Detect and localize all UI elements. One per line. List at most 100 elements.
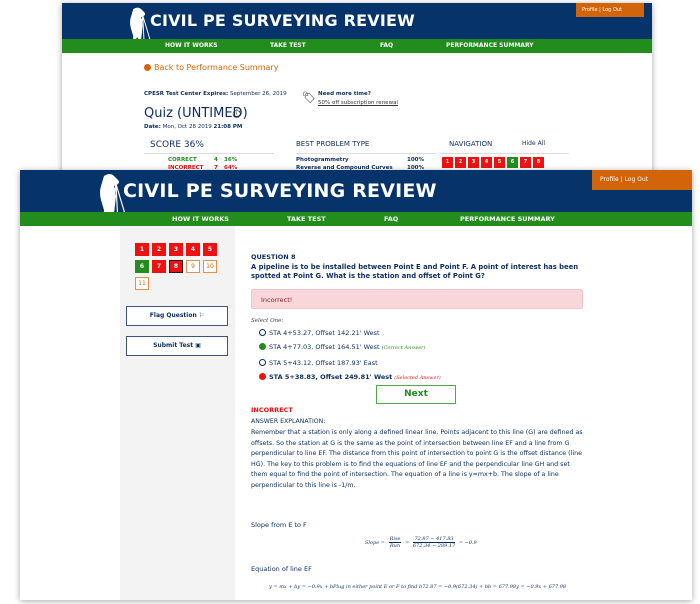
- formula-result: = −0.9: [458, 540, 477, 546]
- account-menu: Profile | Log Out: [576, 3, 644, 17]
- nav-question-button[interactable]: 8: [533, 157, 544, 168]
- radio-empty-icon: [259, 359, 266, 366]
- fraction-denominator: Run: [389, 543, 401, 549]
- formula-equals: =: [405, 540, 410, 546]
- next-button[interactable]: Next: [376, 385, 456, 404]
- nav-question-button[interactable]: 5: [494, 157, 505, 168]
- problem-name: Photogrammetry: [296, 157, 349, 163]
- select-one-label: Select One:: [251, 318, 284, 324]
- question-review-window: CIVIL PE SURVEYING REVIEW Profile | Log …: [20, 170, 692, 600]
- correct-row: CORRECT 4 36%: [168, 157, 237, 163]
- question-button[interactable]: 9: [186, 260, 200, 273]
- question-button[interactable]: 11: [135, 277, 149, 290]
- result-status: INCORRECT: [251, 406, 293, 414]
- nav-question-button[interactable]: 2: [455, 157, 466, 168]
- time-value: 21:08 PM: [213, 124, 243, 130]
- logout-link[interactable]: Log Out: [602, 7, 622, 13]
- brand-title: CIVIL PE SURVEYING REVIEW: [123, 180, 437, 202]
- navigation-heading: NAVIGATION: [449, 140, 493, 148]
- fraction-numerator: Rise: [388, 536, 402, 543]
- option-label: STA 5+43.12, Offset 187.93' East: [269, 359, 378, 367]
- question-button[interactable]: 10: [203, 260, 217, 273]
- option-label: STA 5+38.83, Offset 249.81' West: [269, 373, 393, 381]
- nav-question-button[interactable]: 1: [442, 157, 453, 168]
- formula-lhs: Slope =: [365, 540, 385, 546]
- question-button[interactable]: 6: [135, 260, 149, 273]
- selected-answer-note: (Selected Answer): [394, 375, 441, 381]
- correct-answer-note: (Correct Answer): [381, 345, 426, 351]
- question-button-current[interactable]: 8: [169, 260, 183, 273]
- nav-performance-summary[interactable]: PERFORMANCE SUMMARY: [446, 42, 534, 49]
- question-button[interactable]: 7: [152, 260, 166, 273]
- nav-faq[interactable]: FAQ: [384, 215, 398, 223]
- answer-option-selected[interactable]: STA 5+38.83, Offset 249.81' West (Selecte…: [259, 373, 441, 381]
- flag-question-label: Flag Question: [149, 312, 197, 319]
- question-sidebar: 1 2 3 4 5 6 7 8 9 10 11 Flag Question ⚐ Submit Tes…: [120, 226, 235, 600]
- question-button[interactable]: 2: [152, 243, 166, 256]
- question-number: QUESTION 8: [251, 253, 296, 261]
- screenshot-stage: CIVIL PE SURVEYING REVIEW Profile | Log …: [0, 0, 700, 604]
- option-label: STA 4+53.27, Offset 142.21' West: [269, 329, 380, 337]
- answer-option[interactable]: STA 4+53.27, Offset 142.21' West: [259, 329, 380, 337]
- explanation-text: Remember that a station is only along a …: [251, 429, 583, 489]
- slope-heading: Slope from E to F: [251, 521, 307, 529]
- profile-link[interactable]: Profile: [600, 176, 619, 183]
- line-equation-formula: y = mx + by = −0.9x + bPlug in either po…: [269, 584, 567, 590]
- answer-option-correct[interactable]: STA 4+77.03, Offset 164.51' West (Correct…: [259, 343, 426, 351]
- performance-summary-window: CIVIL PE SURVEYING REVIEW Profile | Log …: [62, 3, 652, 183]
- divider: [439, 153, 569, 154]
- nav-question-button[interactable]: 7: [520, 157, 531, 168]
- renewal-link[interactable]: 50% off subscription renewal: [318, 100, 398, 106]
- need-more-time: Need more time?: [318, 91, 371, 97]
- flag-icon: ⚐: [198, 312, 205, 319]
- quiz-date: Date: Mon, Oct 28 2019 21:08 PM: [144, 124, 242, 130]
- nav-faq[interactable]: FAQ: [380, 42, 393, 49]
- back-to-summary-link[interactable]: Back to Performance Summary: [144, 63, 278, 72]
- flag-question-button[interactable]: Flag Question ⚐: [126, 306, 228, 326]
- nav-take-test[interactable]: TAKE TEST: [287, 215, 326, 223]
- question-button[interactable]: 5: [203, 243, 217, 256]
- save-icon: ▣: [195, 342, 201, 349]
- account-separator: |: [599, 7, 601, 13]
- question-button[interactable]: 1: [135, 243, 149, 256]
- profile-link[interactable]: Profile: [582, 7, 598, 13]
- hide-all-link[interactable]: Hide All: [522, 140, 545, 147]
- nav-how-it-works[interactable]: HOW IT WORKS: [172, 215, 229, 223]
- option-label: STA 4+77.03, Offset 164.51' West: [269, 343, 380, 351]
- date-label: Date:: [144, 124, 161, 130]
- slope-formula: Slope = Rise Run = 72.87 − 417.83 672.34 −…: [365, 536, 477, 549]
- logout-link[interactable]: Log Out: [625, 176, 649, 183]
- radio-selected-icon: [259, 373, 266, 380]
- question-button[interactable]: 4: [186, 243, 200, 256]
- fraction-rise-run: Rise Run: [388, 536, 402, 549]
- nav-how-it-works[interactable]: HOW IT WORKS: [165, 42, 218, 49]
- best-problem-heading: BEST PROBLEM TYPE: [296, 140, 370, 148]
- nav-question-button[interactable]: 4: [481, 157, 492, 168]
- fraction-denominator: 672.34 − 289.17: [412, 543, 456, 549]
- back-link-label: Back to Performance Summary: [154, 63, 279, 72]
- divider: [296, 153, 436, 154]
- question-button[interactable]: 3: [169, 243, 183, 256]
- result-count: 4: [214, 157, 218, 163]
- question-text: A pipeline is to be installed between Po…: [251, 263, 579, 280]
- account-separator: |: [620, 176, 623, 183]
- brand-title: CIVIL PE SURVEYING REVIEW: [150, 11, 415, 30]
- result-label: CORRECT: [168, 157, 197, 163]
- fraction-numerator: 72.87 − 417.83: [412, 536, 456, 543]
- problem-pct: 100%: [407, 157, 424, 163]
- expiry-value: September 26, 2019: [229, 91, 287, 97]
- price-tag-icon: 🏷: [302, 91, 316, 104]
- submit-test-button[interactable]: Submit Test ▣: [126, 336, 228, 356]
- answer-option[interactable]: STA 5+43.12, Offset 187.93' East: [259, 359, 378, 367]
- arrow-left-circle-icon: [144, 64, 151, 71]
- nav-take-test[interactable]: TAKE TEST: [270, 42, 306, 49]
- nav-question-button[interactable]: 3: [468, 157, 479, 168]
- nav-performance-summary[interactable]: PERFORMANCE SUMMARY: [460, 215, 555, 223]
- radio-correct-icon: [259, 343, 266, 350]
- result-pct: 36%: [224, 157, 238, 163]
- expiry-label: CPESR Test Center Expires:: [144, 91, 229, 97]
- divider: [144, 153, 274, 154]
- equation-heading: Equation of line EF: [251, 565, 312, 573]
- nav-question-button[interactable]: 6: [507, 157, 518, 168]
- no-timer-icon: ⏱: [232, 107, 242, 121]
